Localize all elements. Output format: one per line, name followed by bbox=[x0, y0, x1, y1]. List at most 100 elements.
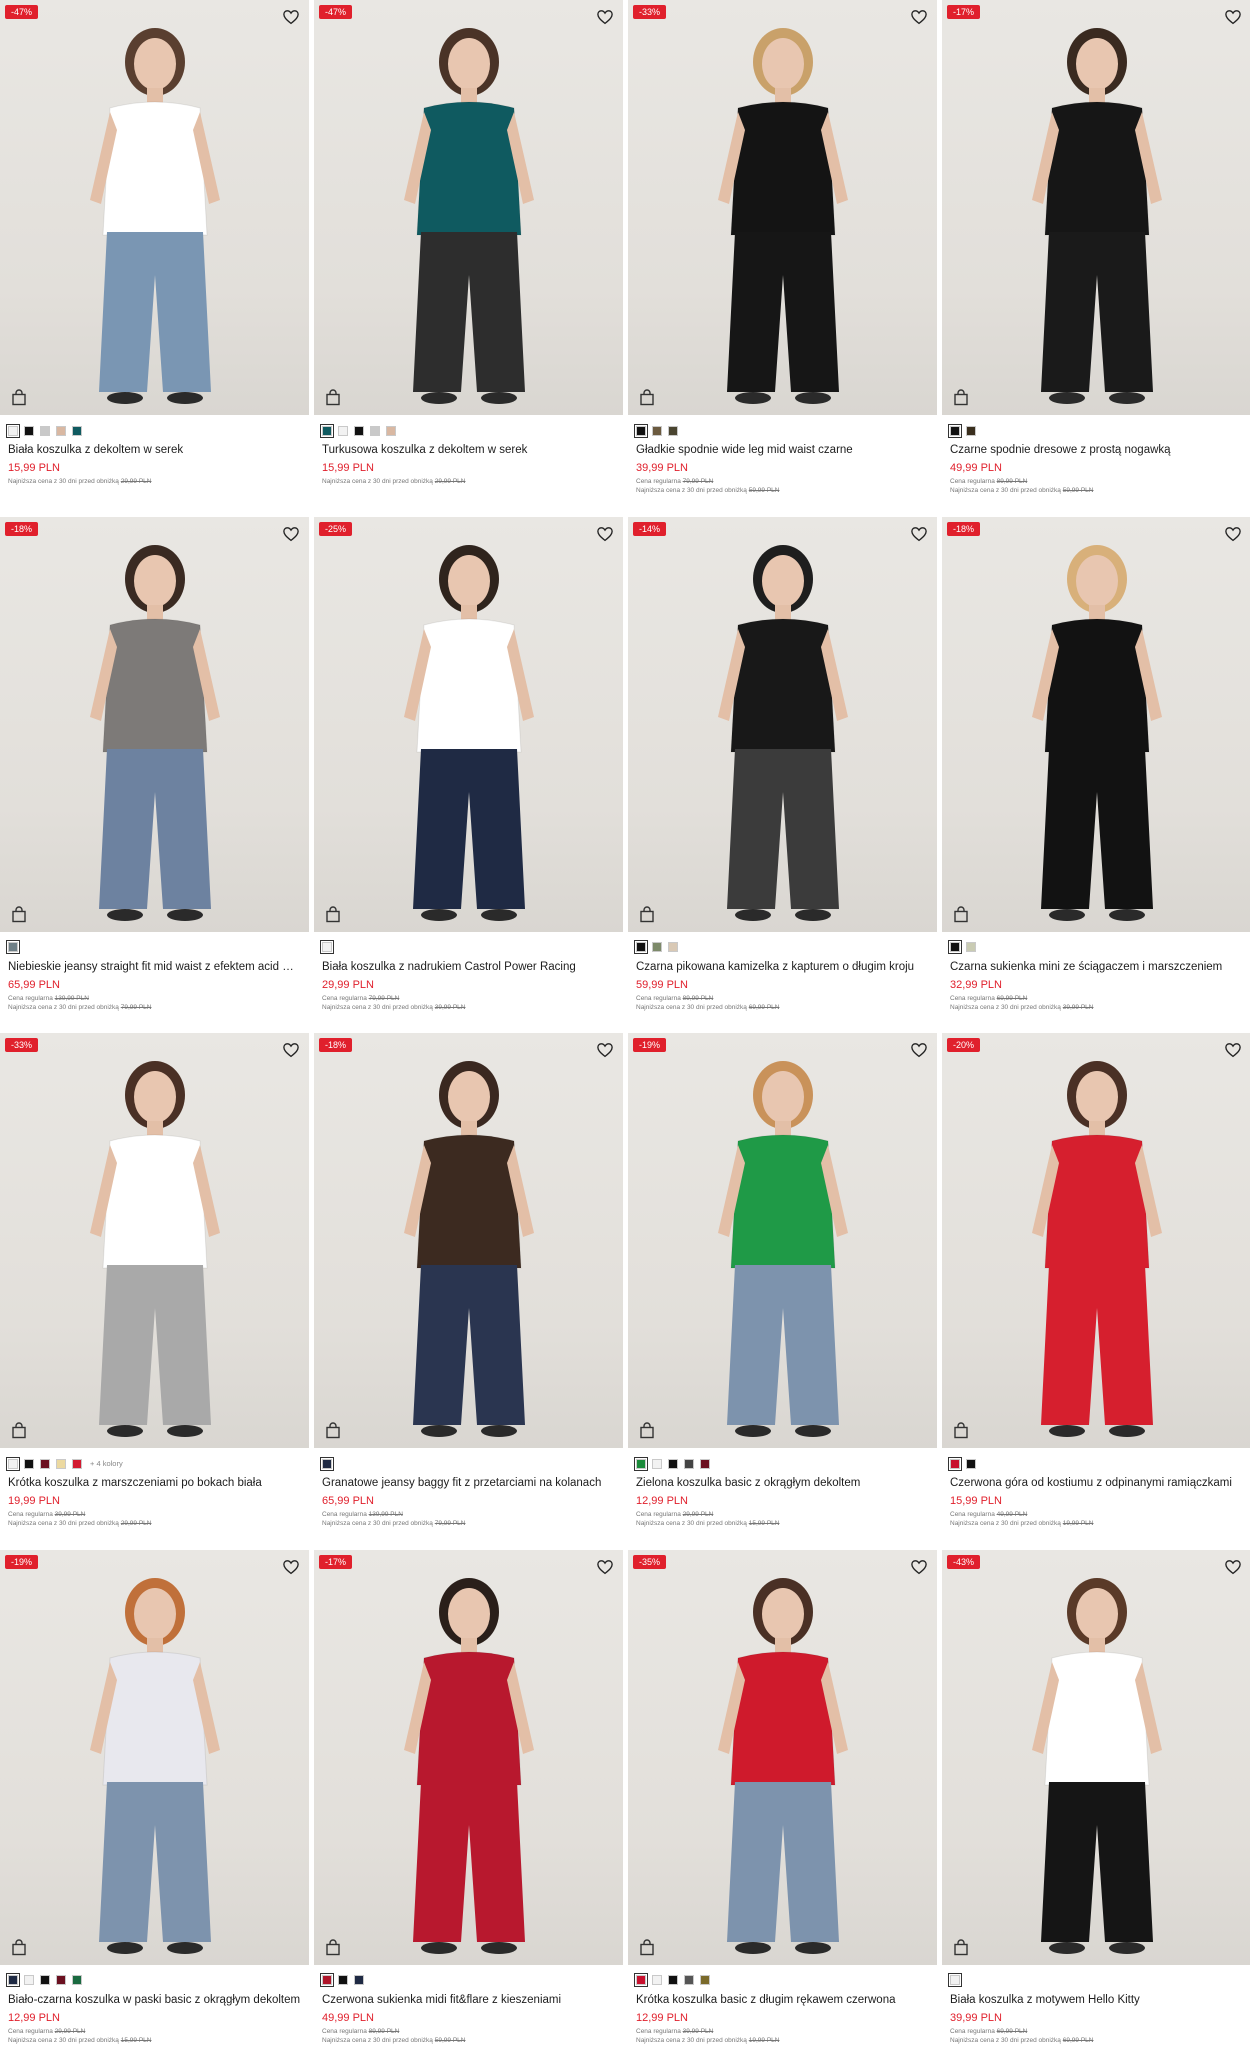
color-swatch[interactable] bbox=[370, 425, 380, 436]
product-card[interactable]: -17% Czerwona sukienka midi fit&flare z k… bbox=[314, 1549, 623, 2066]
color-swatch[interactable] bbox=[652, 425, 662, 436]
shopping-bag-icon[interactable] bbox=[639, 389, 655, 406]
product-name[interactable]: Czarna sukienka mini ze ściągaczem i mar… bbox=[950, 961, 1243, 973]
shopping-bag-icon[interactable] bbox=[11, 1938, 27, 1956]
shopping-bag-icon[interactable] bbox=[11, 905, 27, 923]
heart-icon[interactable] bbox=[910, 525, 928, 543]
color-swatch[interactable] bbox=[320, 423, 334, 438]
color-swatch[interactable] bbox=[966, 942, 976, 952]
heart-icon[interactable] bbox=[1224, 1558, 1242, 1576]
color-swatch[interactable] bbox=[634, 423, 648, 438]
color-swatch[interactable] bbox=[56, 1975, 66, 1985]
color-swatch[interactable] bbox=[652, 942, 662, 952]
product-name[interactable]: Krótka koszulka z marszczeniami po bokac… bbox=[8, 1477, 301, 1489]
product-card[interactable]: -17% Czarne spodnie dresowe z prostą noga… bbox=[942, 0, 1250, 517]
product-name[interactable]: Biała koszulka z motywem Hello Kitty bbox=[950, 1994, 1243, 2006]
shopping-bag-icon[interactable] bbox=[639, 905, 655, 923]
product-image[interactable]: -17% bbox=[942, 0, 1250, 415]
color-swatch[interactable] bbox=[684, 1458, 694, 1469]
color-swatch[interactable] bbox=[6, 1973, 20, 1987]
product-card[interactable]: -19% Zielona koszulka basic z okrągłym de… bbox=[628, 1033, 937, 1550]
product-card[interactable]: -14% Czarna pikowana kamizelka z kapturem… bbox=[628, 516, 937, 1034]
color-swatch[interactable] bbox=[652, 1458, 662, 1469]
color-swatch[interactable] bbox=[668, 1975, 678, 1985]
product-card[interactable]: -18% Niebieskie jeansy straight fit mid w… bbox=[0, 516, 309, 1034]
product-image[interactable]: -17% bbox=[314, 1549, 623, 1965]
heart-icon[interactable] bbox=[596, 1041, 614, 1059]
heart-icon[interactable] bbox=[910, 8, 928, 26]
color-swatch[interactable] bbox=[634, 1456, 648, 1471]
product-name[interactable]: Biała koszulka z nadrukiem Castrol Power… bbox=[322, 961, 615, 973]
color-swatch[interactable] bbox=[320, 1456, 334, 1471]
color-swatch[interactable] bbox=[6, 940, 20, 954]
color-swatch[interactable] bbox=[354, 425, 364, 436]
product-name[interactable]: Czerwona sukienka midi fit&flare z kiesz… bbox=[322, 1994, 615, 2006]
shopping-bag-icon[interactable] bbox=[953, 1422, 969, 1439]
product-image[interactable]: -18% bbox=[314, 1033, 623, 1448]
heart-icon[interactable] bbox=[282, 1041, 300, 1059]
color-swatch[interactable] bbox=[24, 1458, 34, 1469]
shopping-bag-icon[interactable] bbox=[639, 1422, 655, 1439]
more-colors-label[interactable]: + 4 kolory bbox=[90, 1459, 123, 1468]
color-swatch[interactable] bbox=[966, 425, 976, 436]
product-image[interactable]: -47% bbox=[314, 0, 623, 415]
color-swatch[interactable] bbox=[40, 425, 50, 436]
color-swatch[interactable] bbox=[56, 1458, 66, 1469]
color-swatch[interactable] bbox=[652, 1975, 662, 1985]
shopping-bag-icon[interactable] bbox=[953, 389, 969, 406]
product-name[interactable]: Zielona koszulka basic z okrągłym dekolt… bbox=[636, 1477, 929, 1489]
product-name[interactable]: Biało-czarna koszulka w paski basic z ok… bbox=[8, 1994, 301, 2006]
color-swatch[interactable] bbox=[668, 425, 678, 436]
product-image[interactable]: -47% bbox=[0, 0, 309, 415]
product-image[interactable]: -19% bbox=[0, 1549, 309, 1965]
heart-icon[interactable] bbox=[596, 525, 614, 543]
product-name[interactable]: Biała koszulka z dekoltem w serek bbox=[8, 444, 301, 456]
shopping-bag-icon[interactable] bbox=[325, 1938, 341, 1956]
product-image[interactable]: -25% bbox=[314, 516, 623, 932]
color-swatch[interactable] bbox=[948, 940, 962, 954]
color-swatch[interactable] bbox=[72, 425, 82, 436]
product-name[interactable]: Turkusowa koszulka z dekoltem w serek bbox=[322, 444, 615, 456]
product-name[interactable]: Krótka koszulka basic z długim rękawem c… bbox=[636, 1994, 929, 2006]
shopping-bag-icon[interactable] bbox=[953, 1938, 969, 1956]
product-card[interactable]: -33% + 4 kolory Krótka koszulka z marszcze… bbox=[0, 1033, 309, 1550]
heart-icon[interactable] bbox=[910, 1041, 928, 1059]
color-swatch[interactable] bbox=[948, 1456, 962, 1471]
color-swatch[interactable] bbox=[700, 1975, 710, 1985]
product-card[interactable]: -18% Granatowe jeansy baggy fit z przetar… bbox=[314, 1033, 623, 1550]
heart-icon[interactable] bbox=[596, 1558, 614, 1576]
product-image[interactable]: -18% bbox=[0, 516, 309, 932]
color-swatch[interactable] bbox=[700, 1458, 710, 1469]
product-name[interactable]: Granatowe jeansy baggy fit z przetarciam… bbox=[322, 1477, 615, 1489]
product-image[interactable]: -43% bbox=[942, 1549, 1250, 1965]
product-card[interactable]: -19% Biało-czarna koszulka w paski basic … bbox=[0, 1549, 309, 2066]
color-swatch[interactable] bbox=[948, 1973, 962, 1987]
heart-icon[interactable] bbox=[1224, 525, 1242, 543]
product-card[interactable]: -33% Gładkie spodnie wide leg mid waist c… bbox=[628, 0, 937, 517]
product-card[interactable]: -25% Biała koszulka z nadrukiem Castrol P… bbox=[314, 516, 623, 1034]
product-card[interactable]: -20% Czerwona góra od kostiumu z odpinany… bbox=[942, 1033, 1250, 1550]
heart-icon[interactable] bbox=[1224, 8, 1242, 26]
heart-icon[interactable] bbox=[1224, 1041, 1242, 1059]
color-swatch[interactable] bbox=[6, 1456, 20, 1471]
product-card[interactable]: -35% Krótka koszulka basic z długim rękaw… bbox=[628, 1549, 937, 2066]
heart-icon[interactable] bbox=[910, 1558, 928, 1576]
color-swatch[interactable] bbox=[320, 940, 334, 954]
heart-icon[interactable] bbox=[282, 8, 300, 26]
product-name[interactable]: Czarne spodnie dresowe z prostą nogawką bbox=[950, 444, 1243, 456]
product-name[interactable]: Czerwona góra od kostiumu z odpinanymi r… bbox=[950, 1477, 1243, 1489]
product-card[interactable]: -47% Turkusowa koszulka z dekoltem w sere… bbox=[314, 0, 623, 517]
shopping-bag-icon[interactable] bbox=[11, 1422, 27, 1439]
color-swatch[interactable] bbox=[338, 1975, 348, 1985]
color-swatch[interactable] bbox=[24, 1975, 34, 1985]
color-swatch[interactable] bbox=[56, 425, 66, 436]
product-image[interactable]: -33% bbox=[628, 0, 937, 415]
product-card[interactable]: -18% Czarna sukienka mini ze ściągaczem i… bbox=[942, 516, 1250, 1034]
shopping-bag-icon[interactable] bbox=[325, 389, 341, 406]
shopping-bag-icon[interactable] bbox=[639, 1938, 655, 1956]
color-swatch[interactable] bbox=[948, 423, 962, 438]
color-swatch[interactable] bbox=[338, 425, 348, 436]
color-swatch[interactable] bbox=[24, 425, 34, 436]
color-swatch[interactable] bbox=[72, 1975, 82, 1985]
product-image[interactable]: -19% bbox=[628, 1033, 937, 1448]
